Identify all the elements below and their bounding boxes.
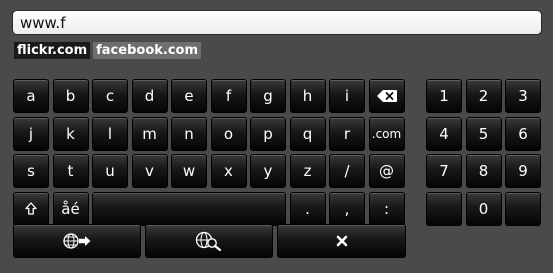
url-input[interactable]: www.f	[12, 10, 542, 35]
key-d[interactable]: d	[131, 79, 168, 113]
numpad-blank-right[interactable]	[505, 191, 541, 226]
key-9[interactable]: 9	[505, 154, 541, 188]
key-f[interactable]: f	[210, 79, 247, 113]
backspace-icon	[376, 90, 397, 102]
key-u[interactable]: u	[92, 154, 128, 188]
key-period[interactable]: .	[289, 191, 326, 226]
web-search-icon	[195, 231, 222, 251]
key-0[interactable]: 0	[465, 191, 502, 226]
key-o[interactable]: o	[210, 116, 247, 151]
key-l[interactable]: l	[92, 116, 128, 151]
key-m[interactable]: m	[131, 116, 168, 151]
key-z[interactable]: z	[289, 154, 326, 188]
key-s[interactable]: s	[13, 154, 49, 188]
key-at[interactable]: @	[368, 154, 405, 188]
key-1[interactable]: 1	[426, 79, 462, 113]
key-c[interactable]: c	[92, 79, 128, 113]
backspace-key[interactable]	[368, 79, 405, 113]
key-h[interactable]: h	[289, 79, 326, 113]
alphabet-keyboard: a b c d e f g h i j k l m n o p q r .com…	[13, 79, 405, 229]
key-x[interactable]: x	[210, 154, 247, 188]
action-bar	[13, 224, 406, 258]
key-7[interactable]: 7	[426, 154, 462, 188]
key-p[interactable]: p	[250, 116, 286, 151]
search-button[interactable]	[145, 224, 273, 258]
key-w[interactable]: w	[171, 154, 207, 188]
go-to-url-icon	[63, 233, 91, 249]
space-key[interactable]	[92, 191, 286, 226]
suggestion-facebook[interactable]: facebook.com	[93, 42, 202, 59]
key-8[interactable]: 8	[465, 154, 502, 188]
go-button[interactable]	[13, 224, 141, 258]
key-colon[interactable]: :	[368, 191, 405, 226]
key-j[interactable]: j	[13, 116, 49, 151]
number-pad: 1 2 3 4 5 6 7 8 9 0	[426, 79, 541, 229]
accent-key[interactable]: åé	[52, 191, 89, 226]
key-a[interactable]: a	[13, 79, 49, 113]
key-n[interactable]: n	[171, 116, 207, 151]
key-2[interactable]: 2	[465, 79, 502, 113]
key-comma[interactable]: ,	[329, 191, 365, 226]
key-g[interactable]: g	[250, 79, 286, 113]
suggestion-bar: flickr.com facebook.com	[14, 42, 202, 59]
key-3[interactable]: 3	[505, 79, 541, 113]
key-y[interactable]: y	[250, 154, 286, 188]
key-dotcom[interactable]: .com	[368, 116, 405, 151]
key-k[interactable]: k	[52, 116, 89, 151]
key-i[interactable]: i	[329, 79, 365, 113]
key-t[interactable]: t	[52, 154, 89, 188]
key-b[interactable]: b	[52, 79, 89, 113]
close-icon	[336, 235, 347, 247]
key-6[interactable]: 6	[505, 116, 541, 151]
key-slash[interactable]: /	[329, 154, 365, 188]
key-v[interactable]: v	[131, 154, 168, 188]
suggestion-flickr[interactable]: flickr.com	[14, 42, 91, 59]
close-button[interactable]	[277, 224, 406, 258]
key-4[interactable]: 4	[426, 116, 462, 151]
shift-key[interactable]	[13, 191, 49, 226]
key-r[interactable]: r	[329, 116, 365, 151]
key-5[interactable]: 5	[465, 116, 502, 151]
numpad-blank-left[interactable]	[426, 191, 462, 226]
key-e[interactable]: e	[171, 79, 207, 113]
key-q[interactable]: q	[289, 116, 326, 151]
shift-arrow-icon	[25, 202, 37, 215]
url-input-text: www.f	[20, 13, 66, 32]
